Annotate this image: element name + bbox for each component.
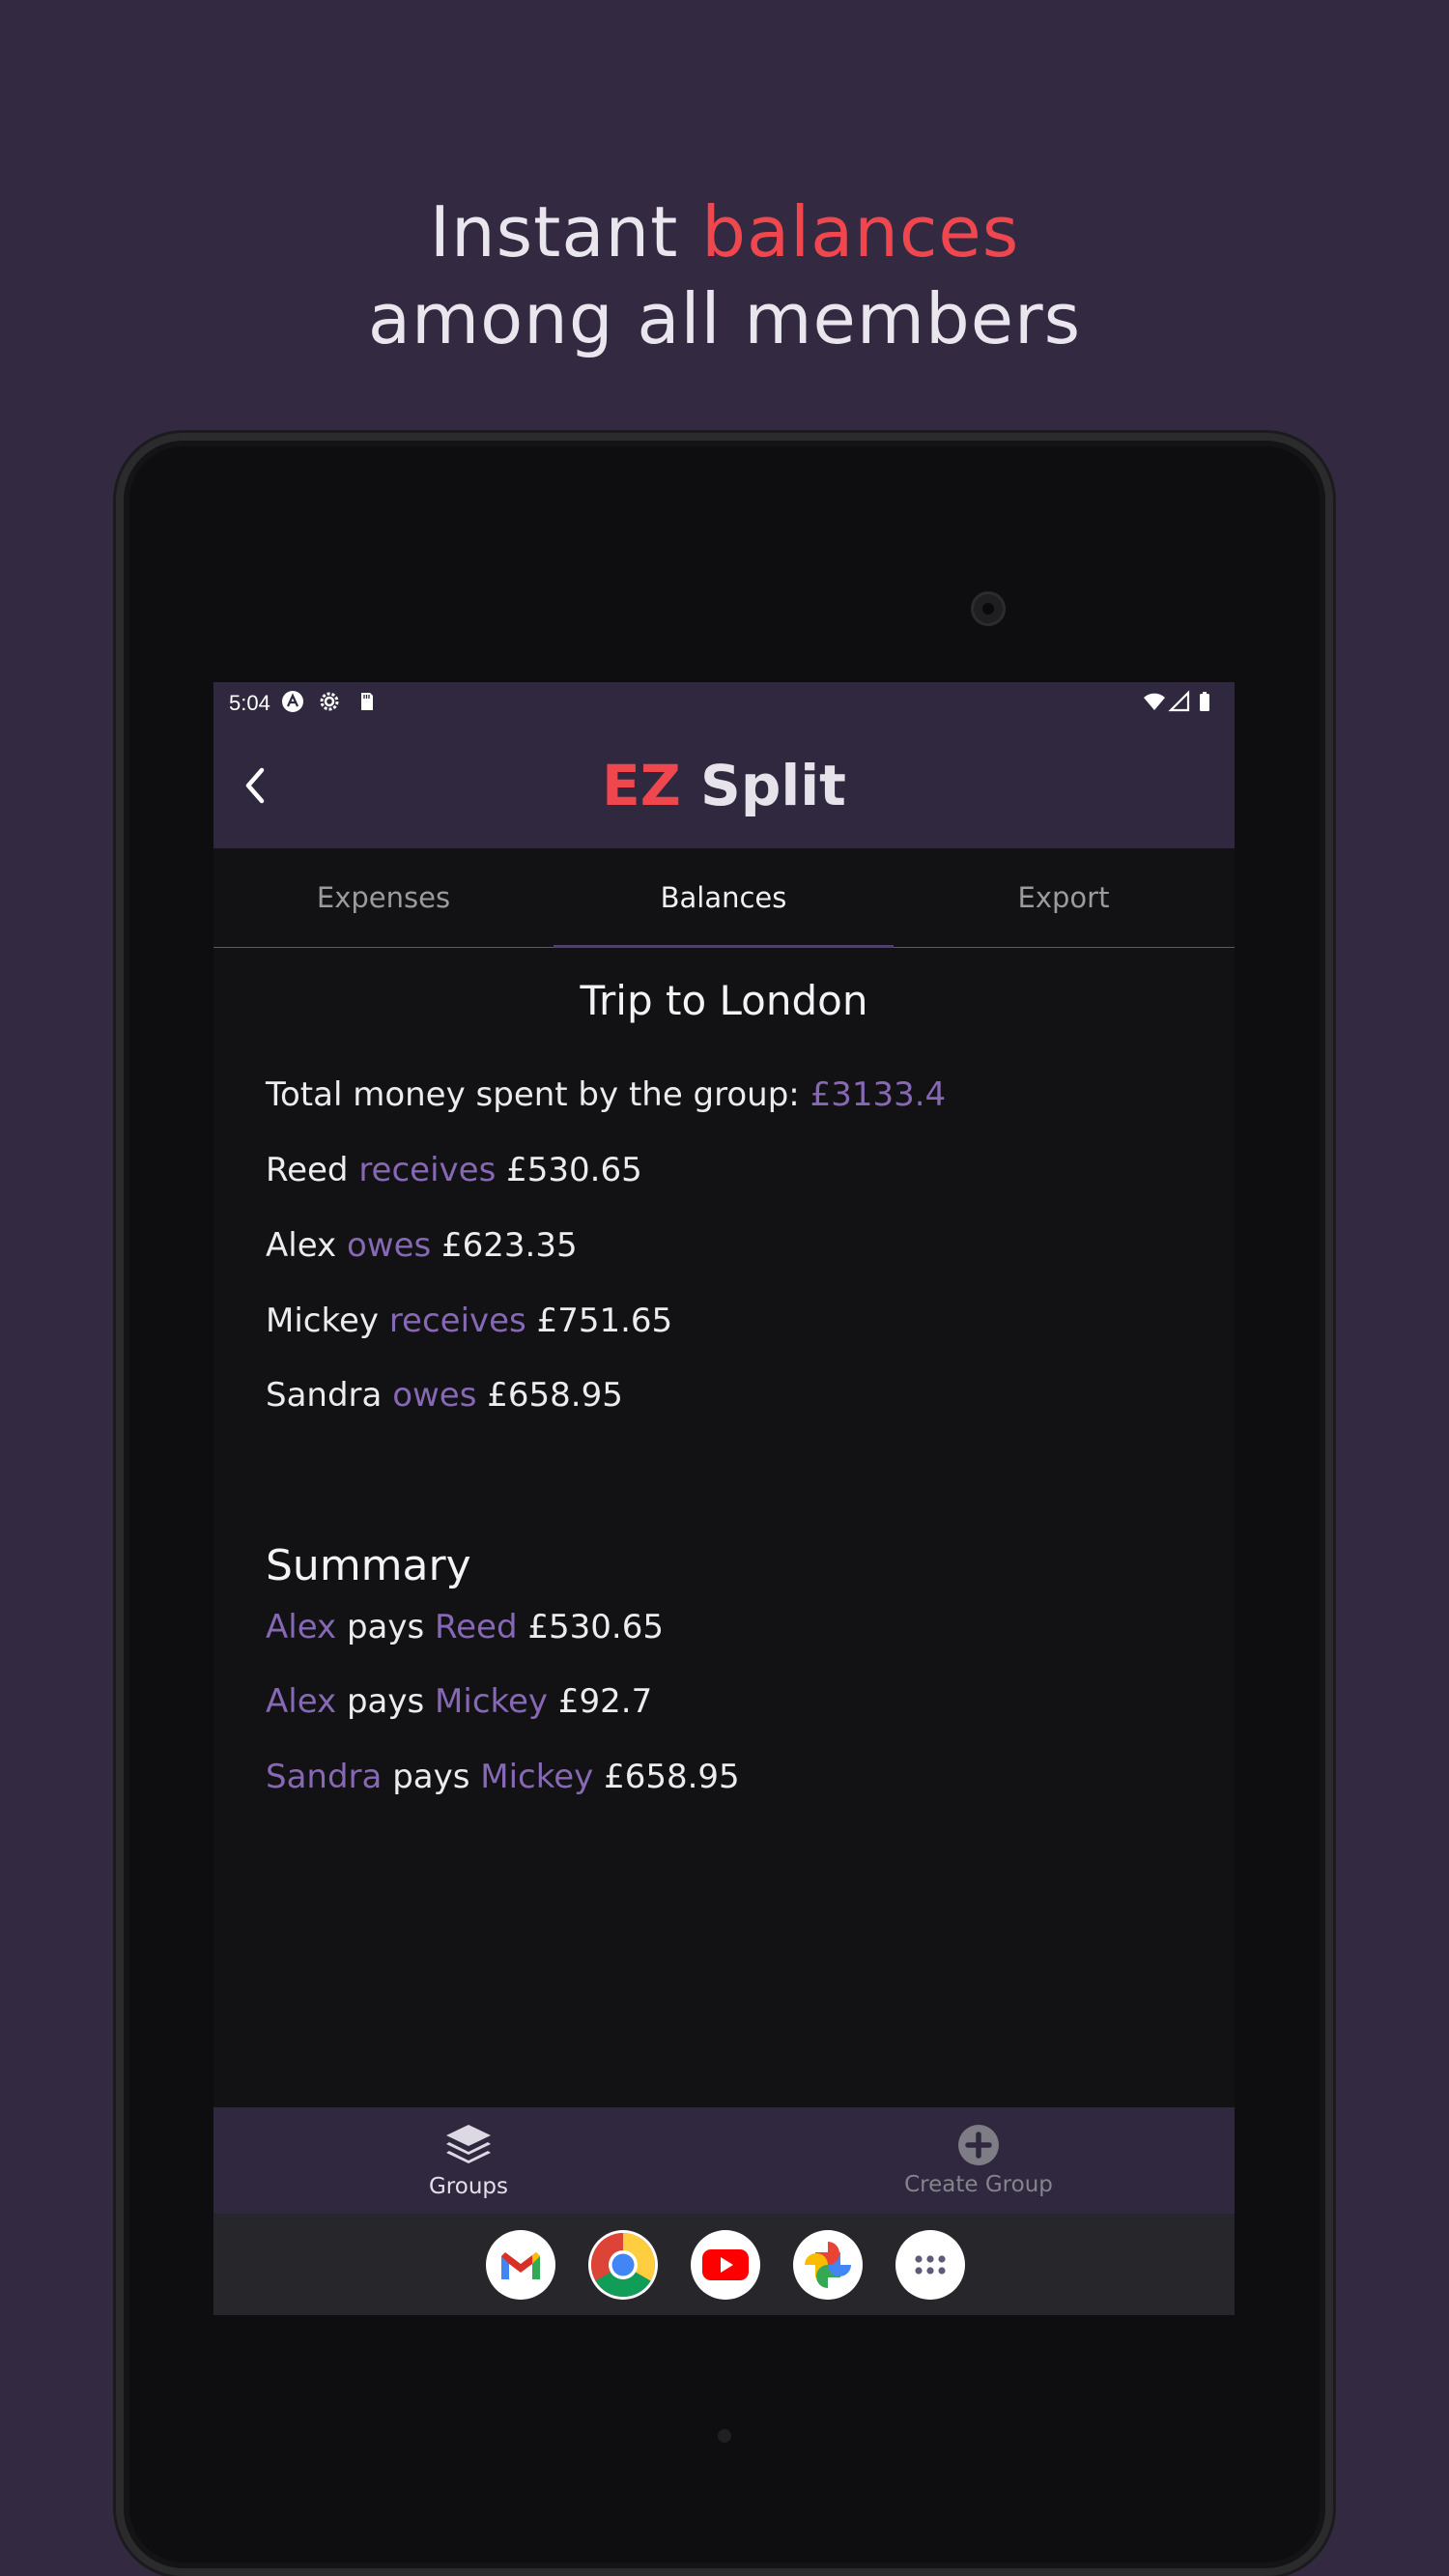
total-spent-label: Total money spent by the group: bbox=[266, 1075, 800, 1114]
nav-groups-label: Groups bbox=[428, 2174, 508, 2199]
summary-verb: pays bbox=[346, 1608, 425, 1646]
summary-verb: pays bbox=[346, 1682, 425, 1721]
app-title-rest: Split bbox=[700, 753, 846, 818]
nav-groups[interactable]: Groups bbox=[213, 2107, 724, 2214]
promo-line-2: among all members bbox=[367, 278, 1082, 359]
app-title-accent: EZ bbox=[602, 753, 681, 818]
member-name: Alex bbox=[266, 1226, 337, 1265]
front-camera bbox=[971, 591, 1006, 626]
group-title: Trip to London bbox=[580, 977, 868, 1024]
device-sensor bbox=[718, 2429, 731, 2443]
nav-create-group-label: Create Group bbox=[904, 2172, 1053, 2197]
balance-amount: £623.35 bbox=[441, 1226, 578, 1265]
layers-icon bbox=[446, 2125, 491, 2163]
balance-action: receives bbox=[358, 1151, 497, 1189]
tab-expenses[interactable]: Expenses bbox=[213, 848, 554, 947]
promo-headline: Instant balances among all members bbox=[0, 188, 1449, 362]
balance-amount: £751.65 bbox=[536, 1302, 673, 1340]
member-name: Sandra bbox=[266, 1376, 383, 1415]
balance-action: owes bbox=[346, 1226, 432, 1265]
balance-row: Alex owes £623.35 bbox=[266, 1226, 578, 1265]
tablet-screen: 5:04 EZ Split Expenses Balances Export T… bbox=[213, 682, 1235, 2315]
summary-amount: £92.7 bbox=[557, 1682, 653, 1721]
tab-balances[interactable]: Balances bbox=[554, 848, 894, 948]
balance-row: Mickey receives £751.65 bbox=[266, 1302, 672, 1340]
balance-action: receives bbox=[388, 1302, 526, 1340]
status-time: 5:04 bbox=[229, 691, 270, 715]
assistant-icon bbox=[282, 691, 303, 712]
promo-line-1-prefix: Instant bbox=[429, 191, 679, 272]
youtube-icon[interactable] bbox=[691, 2230, 760, 2300]
bottom-navigation: Groups Create Group bbox=[213, 2107, 1235, 2214]
payer-name: Alex bbox=[266, 1608, 337, 1646]
total-spent-value: £3133.4 bbox=[810, 1075, 947, 1114]
tab-bar: Expenses Balances Export bbox=[213, 848, 1235, 948]
app-bar: EZ Split bbox=[213, 723, 1235, 848]
summary-title: Summary bbox=[266, 1541, 471, 1590]
payee-name: Mickey bbox=[435, 1682, 549, 1721]
photos-icon[interactable] bbox=[793, 2230, 863, 2300]
wifi-icon bbox=[1144, 693, 1165, 710]
balances-content: Trip to London Total money spent by the … bbox=[213, 948, 1235, 1823]
nav-create-group[interactable]: Create Group bbox=[724, 2107, 1234, 2214]
tab-export[interactable]: Export bbox=[894, 848, 1234, 947]
balance-amount: £658.95 bbox=[487, 1376, 623, 1415]
payee-name: Reed bbox=[435, 1608, 518, 1646]
chrome-icon[interactable] bbox=[588, 2230, 658, 2300]
add-circle-icon bbox=[958, 2125, 999, 2165]
system-dock bbox=[213, 2214, 1235, 2315]
summary-row: Alex pays Reed £530.65 bbox=[266, 1608, 664, 1646]
payer-name: Alex bbox=[266, 1682, 337, 1721]
total-spent-line: Total money spent by the group: £3133.4 bbox=[266, 1075, 946, 1114]
settings-gear-icon bbox=[320, 692, 339, 711]
promo-line-1-accent: balances bbox=[701, 191, 1020, 272]
summary-verb: pays bbox=[392, 1758, 470, 1796]
payee-name: Mickey bbox=[480, 1758, 594, 1796]
app-drawer-icon[interactable] bbox=[895, 2230, 965, 2300]
summary-row: Sandra pays Mickey £658.95 bbox=[266, 1758, 740, 1796]
summary-amount: £658.95 bbox=[604, 1758, 740, 1796]
app-title: EZ Split bbox=[213, 752, 1235, 819]
promo-line-1: Instant balances bbox=[0, 188, 1449, 275]
cellular-signal-icon bbox=[1168, 690, 1190, 712]
balance-action: owes bbox=[392, 1376, 477, 1415]
balance-amount: £530.65 bbox=[506, 1151, 642, 1189]
summary-amount: £530.65 bbox=[527, 1608, 664, 1646]
balance-row: Sandra owes £658.95 bbox=[266, 1376, 623, 1415]
member-name: Mickey bbox=[266, 1302, 379, 1340]
payer-name: Sandra bbox=[266, 1758, 383, 1796]
member-name: Reed bbox=[266, 1151, 349, 1189]
balance-row: Reed receives £530.65 bbox=[266, 1151, 642, 1189]
summary-row: Alex pays Mickey £92.7 bbox=[266, 1682, 652, 1721]
status-bar: 5:04 bbox=[213, 682, 1235, 723]
sd-card-icon bbox=[361, 693, 373, 710]
gmail-icon[interactable] bbox=[486, 2230, 555, 2300]
battery-icon bbox=[1200, 692, 1209, 711]
